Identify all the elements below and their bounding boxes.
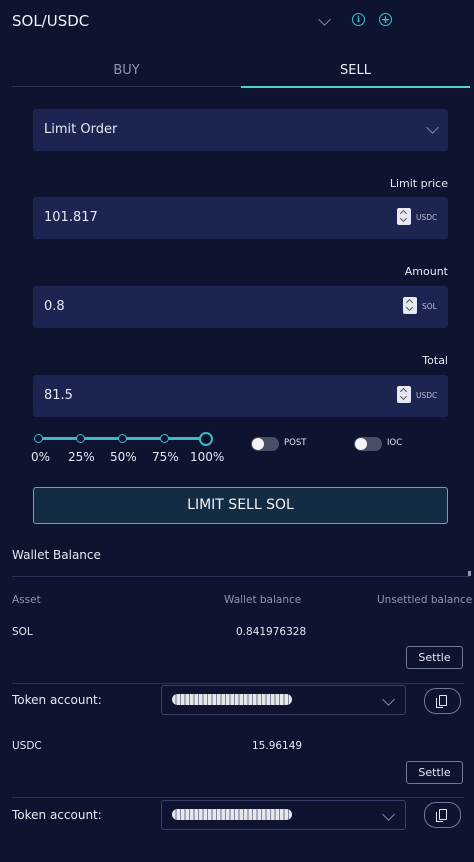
slider-step-75[interactable] [160,434,169,443]
market-dropdown-chevron-icon[interactable] [318,13,331,26]
amount-label: Amount [404,265,448,278]
copy-button-usdc[interactable] [424,802,461,828]
order-type-select[interactable]: Limit Order [33,109,448,151]
slider-label-50: 50% [110,450,137,464]
tab-buy[interactable]: BUY [12,56,241,87]
tab-sell[interactable]: SELL [241,56,470,88]
slider-step-50[interactable] [118,434,127,443]
column-header-unsettled-balance: Unsettled balance [377,594,473,606]
chevron-down-icon [382,808,395,821]
toggle-knob [355,438,367,450]
add-icon[interactable]: + [379,13,392,26]
scrollbar[interactable] [468,571,471,576]
wallet-balance-usdc: 15.96149 [252,740,303,752]
slider-label-25: 25% [68,450,95,464]
column-header-wallet-balance: Wallet balance [224,594,302,606]
ioc-toggle-label: IOC [387,438,403,448]
redacted-address [172,694,292,705]
asset-name-sol: SOL [12,626,33,638]
divider [12,797,464,798]
settle-button-sol[interactable]: Settle [406,646,463,669]
total-stepper[interactable] [397,386,411,403]
post-toggle[interactable] [251,437,279,451]
total-value: 81.5 [44,388,73,403]
amount-field[interactable]: 0.8 SOL [33,286,448,328]
settle-button-usdc[interactable]: Settle [406,761,463,784]
market-title: SOL/USDC [12,12,90,30]
redacted-address [172,809,292,820]
limit-price-unit: USDC [416,213,438,222]
total-field[interactable]: 81.5 USDC [33,375,448,417]
slider-label-0: 0% [31,450,51,464]
wallet-balance-sol: 0.841976328 [236,626,307,638]
divider [12,576,470,577]
limit-price-stepper[interactable] [397,208,411,225]
amount-stepper[interactable] [403,297,417,314]
chevron-down-icon [382,693,395,706]
amount-unit: SOL [422,302,437,311]
chevron-down-icon [426,121,439,134]
column-header-asset: Asset [12,594,41,606]
token-account-select-usdc[interactable] [161,800,406,830]
slider-label-75: 75% [152,450,179,464]
token-account-select-sol[interactable] [161,685,406,715]
amount-value: 0.8 [44,299,65,314]
limit-price-field[interactable]: 101.817 USDC [33,197,448,239]
asset-name-usdc: USDC [12,740,42,752]
toggle-knob [252,438,264,450]
limit-price-value: 101.817 [44,210,98,225]
token-account-label-sol: Token account: [12,693,102,707]
total-unit: USDC [416,391,438,400]
post-toggle-label: POST [284,438,307,448]
wallet-balance-title: Wallet Balance [12,548,101,562]
copy-icon-back [436,812,443,822]
total-label: Total [422,354,448,367]
token-account-label-usdc: Token account: [12,808,102,822]
slider-label-100: 100% [190,450,225,464]
slider-handle[interactable] [199,432,213,446]
slider-step-0[interactable] [34,434,43,443]
order-type-value: Limit Order [44,122,118,137]
ioc-toggle[interactable] [354,437,382,451]
copy-button-sol[interactable] [424,688,461,714]
limit-sell-button[interactable]: LIMIT SELL SOL [33,487,448,524]
divider [12,683,464,684]
copy-icon-back [436,698,443,708]
slider-step-25[interactable] [76,434,85,443]
limit-price-label: Limit price [389,177,448,190]
info-icon[interactable]: i [352,13,365,26]
